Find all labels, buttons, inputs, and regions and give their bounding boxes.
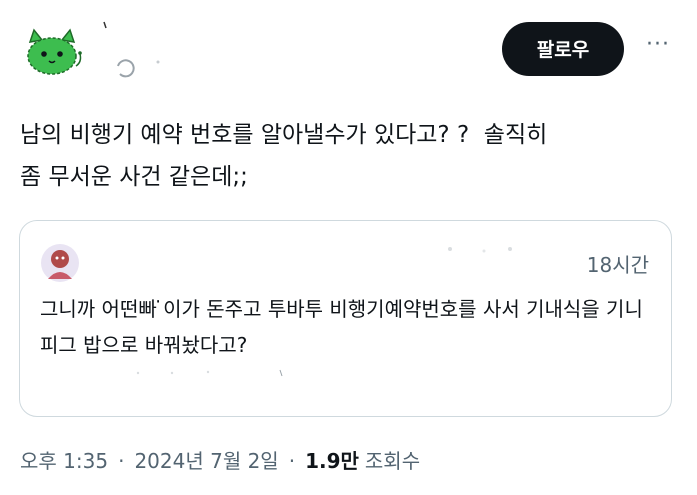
quoted-tweet-text: 그니까 어떤빠 ̇이가 돈주고 투바투 비행기예약번호를 사서 기내식을 기니피… (40, 297, 643, 357)
separator-dot: · (118, 449, 125, 473)
follow-button[interactable]: 팔로우 (502, 22, 624, 76)
tweet-time[interactable]: 오후 1:35 (20, 449, 108, 473)
quoted-author-obscured[interactable] (440, 239, 560, 259)
tweet-text: 남의 비행기 예약 번호를 알아낼수가 있다고? ? 솔직히 좀 무서운 사건 … (20, 122, 548, 190)
author-name-obscured[interactable] (98, 18, 176, 78)
tweet-meta: 오후 1:35 · 2024년 7월 2일 · 1.9만 조회수 (20, 445, 420, 474)
obscured-smudge (132, 363, 312, 377)
more-dots-icon[interactable]: ··· (640, 30, 676, 66)
tweet-date[interactable]: 2024년 7월 2일 (134, 449, 278, 473)
green-cat-avatar-icon[interactable] (22, 28, 84, 80)
views-label: 조회수 (364, 449, 421, 473)
quoted-tweet-time[interactable]: 18시간 (587, 249, 649, 278)
separator-dot: · (288, 449, 296, 473)
quoted-tweet-card[interactable]: 18시간 그니까 어떤빠 ̇이가 돈주고 투바투 비행기예약번호를 사서 기내식… (19, 220, 672, 417)
pink-avatar-icon[interactable] (40, 243, 80, 283)
views-count: 1.9만 (305, 449, 359, 473)
